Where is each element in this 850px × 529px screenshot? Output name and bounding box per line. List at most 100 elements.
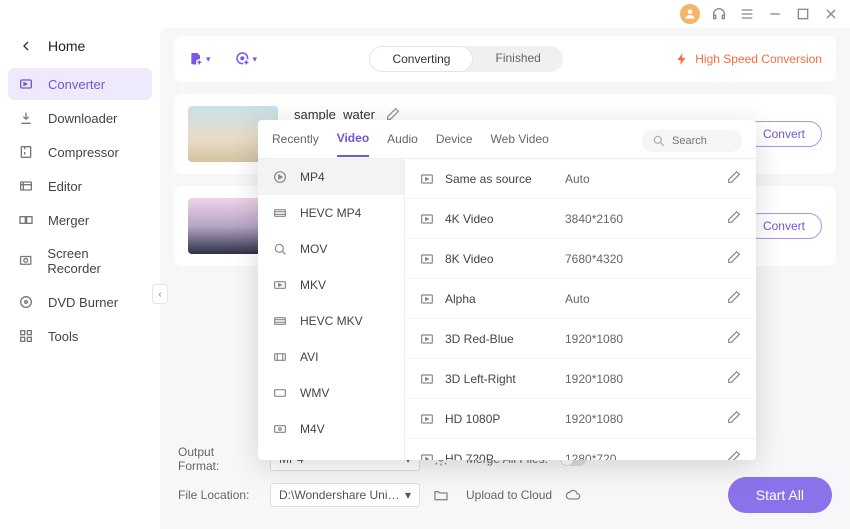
format-avi[interactable]: AVI — [258, 339, 404, 375]
sidebar-item-compressor[interactable]: Compressor — [8, 136, 152, 168]
preset-name: HD 720P — [445, 452, 565, 461]
panel-tabs: Recently Video Audio Device Web Video — [258, 120, 756, 159]
format-wmv[interactable]: WMV — [258, 375, 404, 411]
add-dvd-button[interactable]: ▾ — [235, 51, 258, 67]
sidebar-item-merger[interactable]: Merger — [8, 204, 152, 236]
format-hevc-mkv[interactable]: HEVC MKV — [258, 303, 404, 339]
sidebar-item-tools[interactable]: Tools — [8, 320, 152, 352]
edit-preset-icon[interactable] — [726, 249, 742, 268]
format-hevc-mp4[interactable]: HEVC MP4 — [258, 195, 404, 231]
high-speed-conversion-button[interactable]: High Speed Conversion — [675, 52, 822, 66]
play-icon — [419, 171, 445, 187]
edit-preset-icon[interactable] — [726, 209, 742, 228]
seg-finished[interactable]: Finished — [473, 46, 562, 72]
preset-name: Same as source — [445, 172, 565, 186]
sidebar-item-label: Downloader — [48, 111, 117, 126]
add-file-button[interactable]: ▾ — [188, 51, 211, 67]
format-panel: Recently Video Audio Device Web Video MP… — [258, 120, 756, 460]
tab-audio[interactable]: Audio — [387, 132, 418, 156]
play-icon — [419, 451, 445, 461]
file-location-label: File Location: — [178, 488, 258, 502]
format-mkv[interactable]: MKV — [258, 267, 404, 303]
minimize-icon[interactable] — [766, 5, 784, 23]
preset-row[interactable]: AlphaAuto — [405, 279, 756, 319]
preset-list: Same as sourceAuto4K Video3840*21608K Vi… — [405, 159, 756, 460]
preset-resolution: 1280*720 — [565, 452, 726, 461]
preset-resolution: 1920*1080 — [565, 372, 726, 386]
preset-row[interactable]: HD 720P1280*720 — [405, 439, 756, 460]
play-icon — [419, 291, 445, 307]
preset-resolution: 1920*1080 — [565, 412, 726, 426]
topbar: ▾ ▾ Converting Finished High Speed Conve… — [174, 36, 836, 82]
convert-button[interactable]: Convert — [746, 121, 822, 147]
format-m4v[interactable]: M4V — [258, 411, 404, 447]
edit-preset-icon[interactable] — [726, 449, 742, 460]
preset-row[interactable]: 4K Video3840*2160 — [405, 199, 756, 239]
sidebar-item-downloader[interactable]: Downloader — [8, 102, 152, 134]
cloud-icon[interactable] — [564, 486, 582, 504]
search-input[interactable] — [672, 135, 732, 147]
close-icon[interactable] — [822, 5, 840, 23]
sidebar-item-converter[interactable]: Converter — [8, 68, 152, 100]
avatar[interactable] — [680, 4, 700, 24]
tab-recently[interactable]: Recently — [272, 132, 319, 156]
edit-preset-icon[interactable] — [726, 409, 742, 428]
tab-video[interactable]: Video — [337, 131, 369, 157]
file-location-select[interactable]: D:\Wondershare UniConverter 1▾ — [270, 483, 420, 507]
preset-row[interactable]: 3D Left-Right1920*1080 — [405, 359, 756, 399]
titlebar — [0, 0, 850, 28]
collapse-sidebar-button[interactable]: ‹ — [152, 284, 168, 304]
preset-row[interactable]: 3D Red-Blue1920*1080 — [405, 319, 756, 359]
preset-resolution: 7680*4320 — [565, 252, 726, 266]
maximize-icon[interactable] — [794, 5, 812, 23]
sidebar-item-dvd-burner[interactable]: DVD Burner — [8, 286, 152, 318]
preset-resolution: 1920*1080 — [565, 332, 726, 346]
play-icon — [419, 211, 445, 227]
home-link[interactable]: Home — [8, 32, 152, 68]
sidebar-item-label: Editor — [48, 179, 82, 194]
preset-name: 8K Video — [445, 252, 565, 266]
status-segment: Converting Finished — [369, 46, 562, 72]
preset-resolution: Auto — [565, 172, 726, 186]
edit-preset-icon[interactable] — [726, 329, 742, 348]
menu-icon[interactable] — [738, 5, 756, 23]
upload-cloud-label: Upload to Cloud — [466, 488, 552, 502]
sidebar: Home Converter Downloader Compressor Edi… — [0, 28, 160, 529]
preset-name: 4K Video — [445, 212, 565, 226]
sidebar-item-label: Tools — [48, 329, 78, 344]
headset-icon[interactable] — [710, 5, 728, 23]
search-icon — [652, 134, 666, 148]
preset-name: HD 1080P — [445, 412, 565, 426]
sidebar-item-editor[interactable]: Editor — [8, 170, 152, 202]
preset-name: 3D Left-Right — [445, 372, 565, 386]
format-list: MP4 HEVC MP4 MOV MKV HEVC MKV AVI WMV M4… — [258, 159, 405, 460]
edit-preset-icon[interactable] — [726, 169, 742, 188]
preset-row[interactable]: 8K Video7680*4320 — [405, 239, 756, 279]
convert-button[interactable]: Convert — [746, 213, 822, 239]
play-icon — [419, 411, 445, 427]
start-all-button[interactable]: Start All — [728, 477, 832, 513]
sidebar-item-label: Merger — [48, 213, 89, 228]
output-format-label: Output Format: — [178, 445, 258, 473]
sidebar-item-label: Converter — [48, 77, 105, 92]
open-folder-icon[interactable] — [432, 486, 450, 504]
preset-row[interactable]: Same as sourceAuto — [405, 159, 756, 199]
sidebar-item-label: Screen Recorder — [47, 246, 142, 276]
edit-preset-icon[interactable] — [726, 289, 742, 308]
edit-preset-icon[interactable] — [726, 369, 742, 388]
tab-web-video[interactable]: Web Video — [491, 132, 549, 156]
format-mov[interactable]: MOV — [258, 231, 404, 267]
play-icon — [419, 331, 445, 347]
panel-search[interactable] — [642, 130, 742, 152]
sidebar-item-label: Compressor — [48, 145, 119, 160]
sidebar-item-screen-recorder[interactable]: Screen Recorder — [8, 238, 152, 284]
tab-device[interactable]: Device — [436, 132, 473, 156]
format-mp4[interactable]: MP4 — [258, 159, 404, 195]
preset-name: 3D Red-Blue — [445, 332, 565, 346]
preset-resolution: 3840*2160 — [565, 212, 726, 226]
preset-resolution: Auto — [565, 292, 726, 306]
preset-row[interactable]: HD 1080P1920*1080 — [405, 399, 756, 439]
seg-converting[interactable]: Converting — [369, 46, 473, 72]
home-label: Home — [48, 38, 85, 54]
preset-name: Alpha — [445, 292, 565, 306]
